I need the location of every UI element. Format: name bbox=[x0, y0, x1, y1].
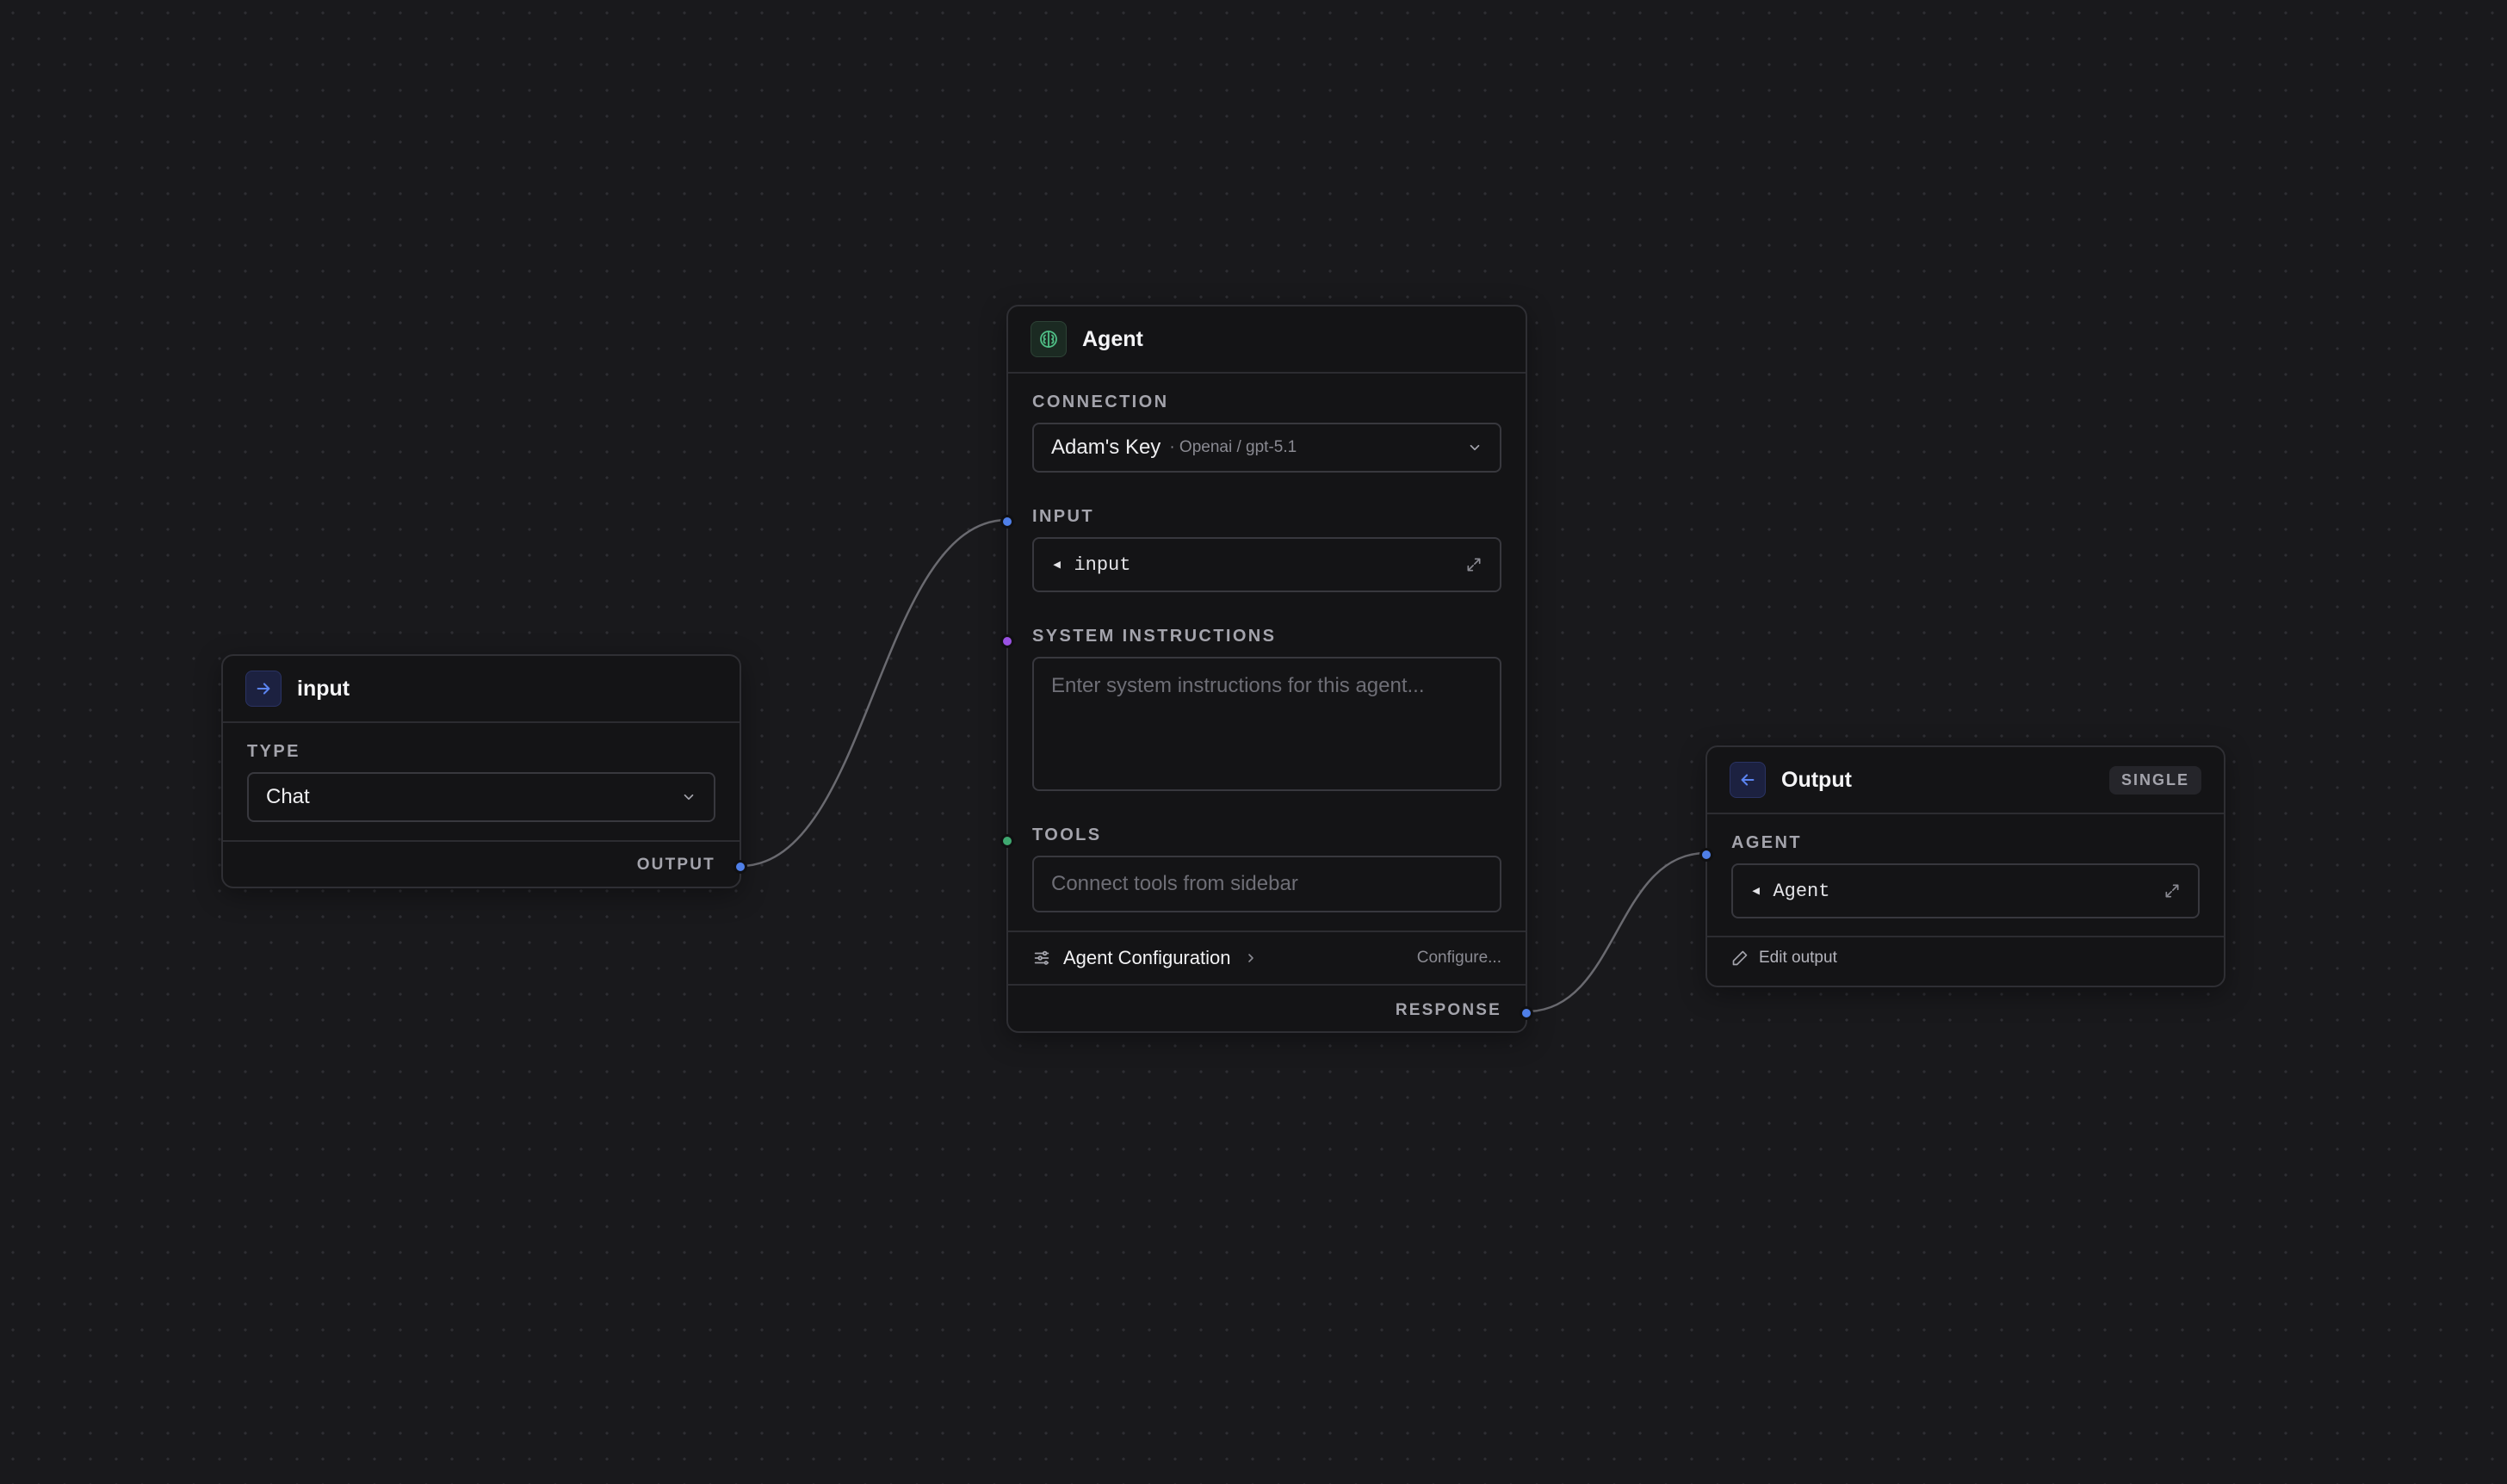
agent-input-handle[interactable] bbox=[1000, 515, 1014, 529]
agent-configuration-label: Agent Configuration bbox=[1063, 947, 1231, 968]
input-node-output-handle[interactable] bbox=[734, 860, 747, 874]
agent-tools-handle[interactable] bbox=[1000, 834, 1014, 848]
input-reference-field[interactable]: ◂ input bbox=[1032, 537, 1501, 592]
input-node-divider bbox=[223, 840, 740, 842]
input-node-header[interactable]: input bbox=[223, 656, 740, 723]
agent-node-header[interactable]: Agent bbox=[1008, 306, 1526, 374]
system-instructions-textarea[interactable]: Enter system instructions for this agent… bbox=[1032, 657, 1501, 791]
edge-agent-to-output bbox=[1526, 851, 1707, 1013]
chevron-down-icon bbox=[1470, 444, 1480, 451]
expand-icon[interactable] bbox=[2163, 882, 2181, 900]
input-node-title: input bbox=[297, 676, 350, 701]
chevron-down-icon bbox=[684, 794, 694, 801]
agent-node[interactable]: Agent CONNECTION Adam's Key · Openai / g… bbox=[1000, 305, 1533, 1033]
agent-node-title: Agent bbox=[1082, 326, 1143, 351]
output-node-divider bbox=[1707, 936, 2224, 937]
configure-link[interactable]: Configure... bbox=[1417, 949, 1501, 968]
arrow-right-icon bbox=[245, 671, 282, 707]
tools-field[interactable]: Connect tools from sidebar bbox=[1032, 856, 1501, 912]
type-select-value: Chat bbox=[266, 785, 310, 808]
output-node-title: Output bbox=[1781, 767, 1852, 792]
agent-config-bottom-divider bbox=[1008, 984, 1526, 986]
edit-output-button[interactable]: Edit output bbox=[1731, 949, 1837, 968]
edge-input-to-agent bbox=[740, 518, 1008, 868]
expand-icon[interactable] bbox=[1465, 556, 1483, 573]
system-instructions-label: SYSTEM INSTRUCTIONS bbox=[1032, 627, 1277, 646]
tools-label: TOOLS bbox=[1032, 825, 1102, 844]
input-label: INPUT bbox=[1032, 507, 1094, 526]
brain-icon bbox=[1031, 321, 1067, 357]
tools-placeholder: Connect tools from sidebar bbox=[1051, 872, 1298, 895]
connection-value: Adam's Key bbox=[1051, 436, 1161, 459]
system-instructions-placeholder: Enter system instructions for this agent… bbox=[1051, 674, 1425, 697]
agent-reference-value: ◂ Agent bbox=[1750, 881, 1830, 902]
type-select[interactable]: Chat bbox=[247, 772, 715, 822]
output-agent-handle[interactable] bbox=[1699, 848, 1713, 862]
input-reference-value: ◂ input bbox=[1051, 554, 1131, 576]
chevron-right-icon bbox=[1248, 954, 1254, 962]
agent-system-instructions-handle[interactable] bbox=[1000, 634, 1014, 648]
sliders-icon bbox=[1034, 950, 1049, 965]
agent-label: AGENT bbox=[1731, 833, 1802, 852]
arrow-left-icon bbox=[1730, 762, 1766, 798]
pencil-icon bbox=[1732, 950, 1748, 966]
type-label: TYPE bbox=[247, 742, 300, 761]
agent-configuration-row[interactable]: Agent Configuration Configure... bbox=[1008, 932, 1526, 984]
edit-output-label: Edit output bbox=[1759, 949, 1837, 967]
connection-detail: · Openai / gpt-5.1 bbox=[1169, 438, 1297, 456]
connection-select[interactable]: Adam's Key · Openai / gpt-5.1 bbox=[1032, 423, 1501, 473]
agent-reference-field[interactable]: ◂ Agent bbox=[1731, 863, 2200, 918]
single-badge: SINGLE bbox=[2108, 765, 2201, 795]
input-node[interactable]: input TYPE Chat OUTPUT bbox=[221, 654, 747, 888]
connection-label: CONNECTION bbox=[1032, 393, 1169, 411]
output-node-header[interactable]: Output SINGLE bbox=[1707, 747, 2224, 814]
response-handle-label: RESPONSE bbox=[1395, 1001, 1501, 1019]
output-node[interactable]: Output SINGLE AGENT ◂ Agent Edit output bbox=[1699, 745, 2225, 987]
output-handle-label: OUTPUT bbox=[636, 856, 715, 874]
agent-response-handle[interactable] bbox=[1520, 1006, 1533, 1020]
